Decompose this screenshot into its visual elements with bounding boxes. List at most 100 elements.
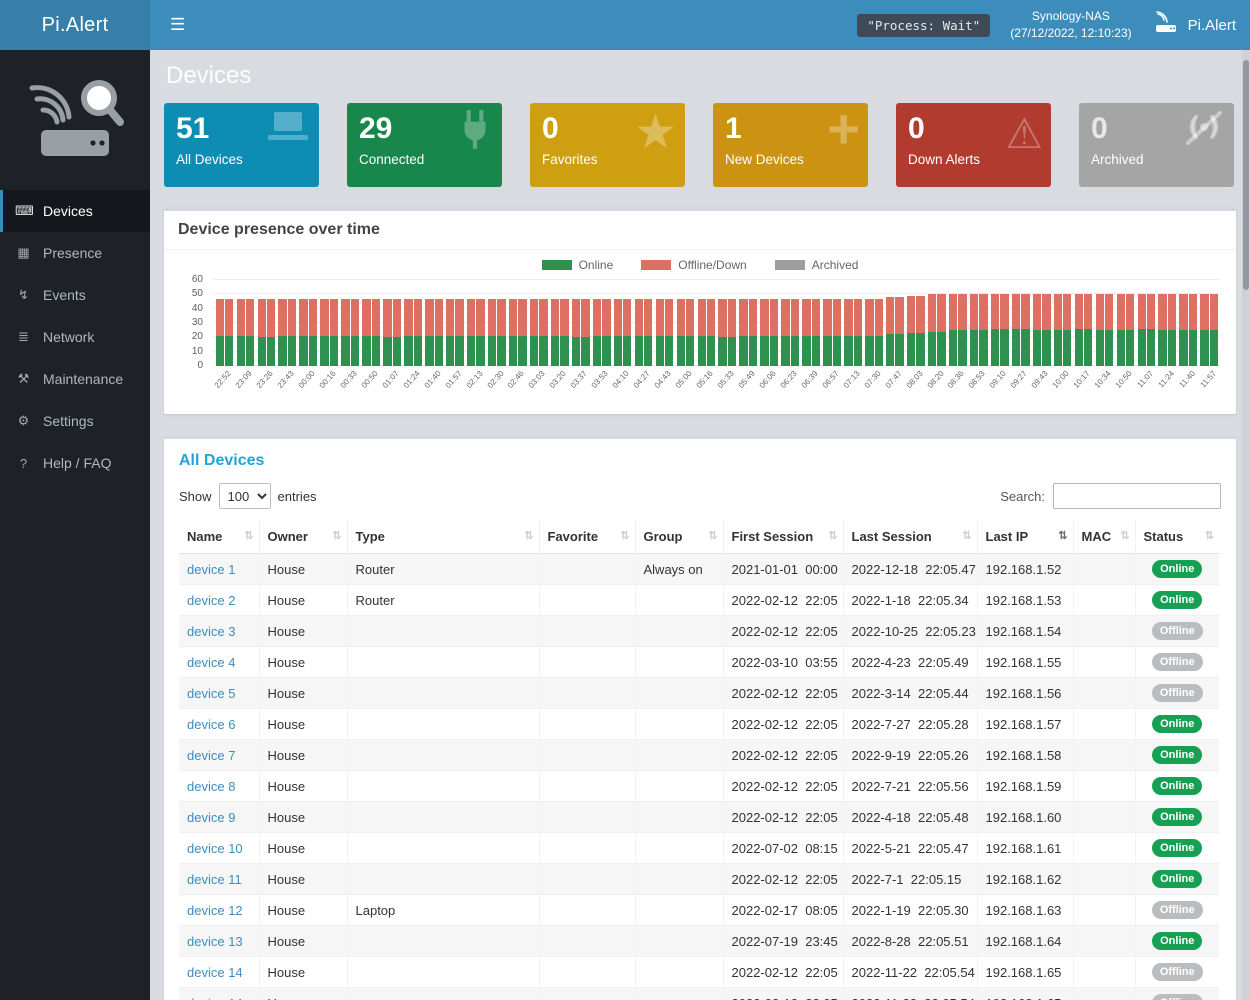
stacked-bar [907, 280, 915, 366]
table-cell: 192.168.1.60 [977, 802, 1073, 833]
x-tick-label: 10:50 [1114, 369, 1134, 390]
card-connected[interactable]: 29 Connected [347, 103, 502, 187]
device-link[interactable]: device 3 [187, 624, 235, 639]
column-header-mac[interactable]: MAC⇅ [1073, 520, 1135, 554]
card-label: Archived [1091, 152, 1222, 167]
sidebar-item-settings[interactable]: ⚙ Settings [0, 400, 150, 442]
stacked-bar [770, 280, 778, 366]
table-cell [1073, 585, 1135, 616]
sidebar-item-maintenance[interactable]: ⚒ Maintenance [0, 358, 150, 400]
device-link[interactable]: device 8 [187, 779, 235, 794]
column-header-name[interactable]: Name⇅ [179, 520, 259, 554]
table-cell: 192.168.1.65 [977, 988, 1073, 1000]
bar-group [1031, 280, 1052, 366]
table-row: device 3House2022-02-12 22:052022-10-25 … [179, 616, 1219, 647]
chart-body: OnlineOffline/DownArchived 0102030405060… [164, 250, 1236, 414]
x-tick: 03:03 [528, 366, 549, 408]
x-tick-label: 00:00 [297, 369, 317, 390]
x-tick-label: 05:00 [674, 369, 694, 390]
card-archived[interactable]: 0 Archived [1079, 103, 1234, 187]
table-cell [539, 833, 635, 864]
scrollbar[interactable] [1242, 50, 1250, 1000]
stacked-bar [1096, 280, 1104, 366]
bar-group [549, 280, 570, 366]
column-header-type[interactable]: Type⇅ [347, 520, 539, 554]
table-cell: 2022-02-12 22:05 [723, 957, 843, 988]
table-cell [539, 585, 635, 616]
device-link[interactable]: device 11 [187, 872, 242, 887]
column-header-first-session[interactable]: First Session⇅ [723, 520, 843, 554]
search-input[interactable] [1053, 483, 1221, 509]
x-tick: 01:24 [403, 366, 424, 408]
stacked-bar [320, 280, 328, 366]
stacked-bar [760, 280, 768, 366]
device-link[interactable]: device 7 [187, 748, 235, 763]
sidebar-item-presence[interactable]: ▦ Presence [0, 232, 150, 274]
table-cell [539, 771, 635, 802]
sidebar-item-devices[interactable]: ⌨ Devices [0, 190, 150, 232]
sort-icon: ⇅ [244, 529, 253, 542]
column-header-last-session[interactable]: Last Session⇅ [843, 520, 977, 554]
status-badge: Online [1152, 715, 1202, 733]
stacked-bar [309, 280, 317, 366]
stacked-bar [425, 280, 433, 366]
stacked-bar [1000, 280, 1008, 366]
device-link[interactable]: device 12 [187, 903, 243, 918]
table-row: device 14House2022-02-12 22:052022-11-22… [179, 988, 1219, 1000]
x-tick: 08:36 [947, 366, 968, 408]
sidebar-item-help[interactable]: ? Help / FAQ [0, 442, 150, 484]
table-cell [347, 709, 539, 740]
stacked-bar [823, 280, 831, 366]
column-header-last-ip[interactable]: Last IP⇅ [977, 520, 1073, 554]
column-header-group[interactable]: Group⇅ [635, 520, 723, 554]
sidebar-item-network[interactable]: ≣ Network [0, 316, 150, 358]
table-cell [635, 957, 723, 988]
card-down-alerts[interactable]: 0 ⚠ Down Alerts [896, 103, 1051, 187]
device-link[interactable]: device 9 [187, 810, 235, 825]
x-tick-label: 11:24 [1156, 369, 1176, 389]
column-header-status[interactable]: Status⇅ [1135, 520, 1219, 554]
bar-group [926, 280, 947, 366]
stacked-bar [677, 280, 685, 366]
card-favorites[interactable]: 0 ★ Favorites [530, 103, 685, 187]
app-window: Pi.Alert ☰ "Process: Wait" Synology-NAS … [0, 0, 1250, 1000]
column-header-favorite[interactable]: Favorite⇅ [539, 520, 635, 554]
table-cell: 192.168.1.63 [977, 895, 1073, 926]
chart-legend: OnlineOffline/DownArchived [180, 252, 1220, 280]
x-tick-label: 08:20 [925, 369, 945, 390]
table-cell [635, 864, 723, 895]
table-cell: 192.168.1.55 [977, 647, 1073, 678]
device-link[interactable]: device 4 [187, 655, 235, 670]
y-tick-label: 40 [192, 303, 203, 314]
device-link[interactable]: device 1 [187, 562, 235, 577]
bar-group [486, 280, 507, 366]
card-new-devices[interactable]: 1 + New Devices [713, 103, 868, 187]
table-cell: House [259, 554, 347, 585]
device-link[interactable]: device 10 [187, 841, 243, 856]
sidebar-item-events[interactable]: ↯ Events [0, 274, 150, 316]
table-cell [1073, 616, 1135, 647]
x-tick-label: 10:00 [1051, 369, 1071, 390]
device-link[interactable]: device 2 [187, 593, 235, 608]
column-header-owner[interactable]: Owner⇅ [259, 520, 347, 554]
x-tick-label: 09:10 [988, 369, 1008, 390]
brand-logo[interactable]: Pi.Alert [0, 0, 150, 50]
table-cell [1073, 554, 1135, 585]
stacked-bar [581, 280, 589, 366]
device-link[interactable]: device 14 [187, 965, 243, 980]
device-link[interactable]: device 6 [187, 717, 235, 732]
status-badge: Online [1152, 746, 1202, 764]
table-cell: House [259, 678, 347, 709]
bar-group [340, 280, 361, 366]
summary-cards: 51 All Devices 29 Connected 0 ★ Favorite… [164, 103, 1236, 187]
device-link[interactable]: device 14 [187, 996, 243, 1000]
card-all-devices[interactable]: 51 All Devices [164, 103, 319, 187]
menu-toggle-icon[interactable]: ☰ [164, 11, 191, 39]
device-link[interactable]: device 5 [187, 686, 235, 701]
device-link[interactable]: device 13 [187, 934, 243, 949]
scrollbar-thumb[interactable] [1243, 60, 1249, 290]
x-tick-label: 11:07 [1135, 369, 1155, 389]
entries-select[interactable]: 100 [219, 483, 271, 509]
table-cell: 2022-02-12 22:05 [723, 740, 843, 771]
status-badge: Offline [1152, 622, 1203, 640]
